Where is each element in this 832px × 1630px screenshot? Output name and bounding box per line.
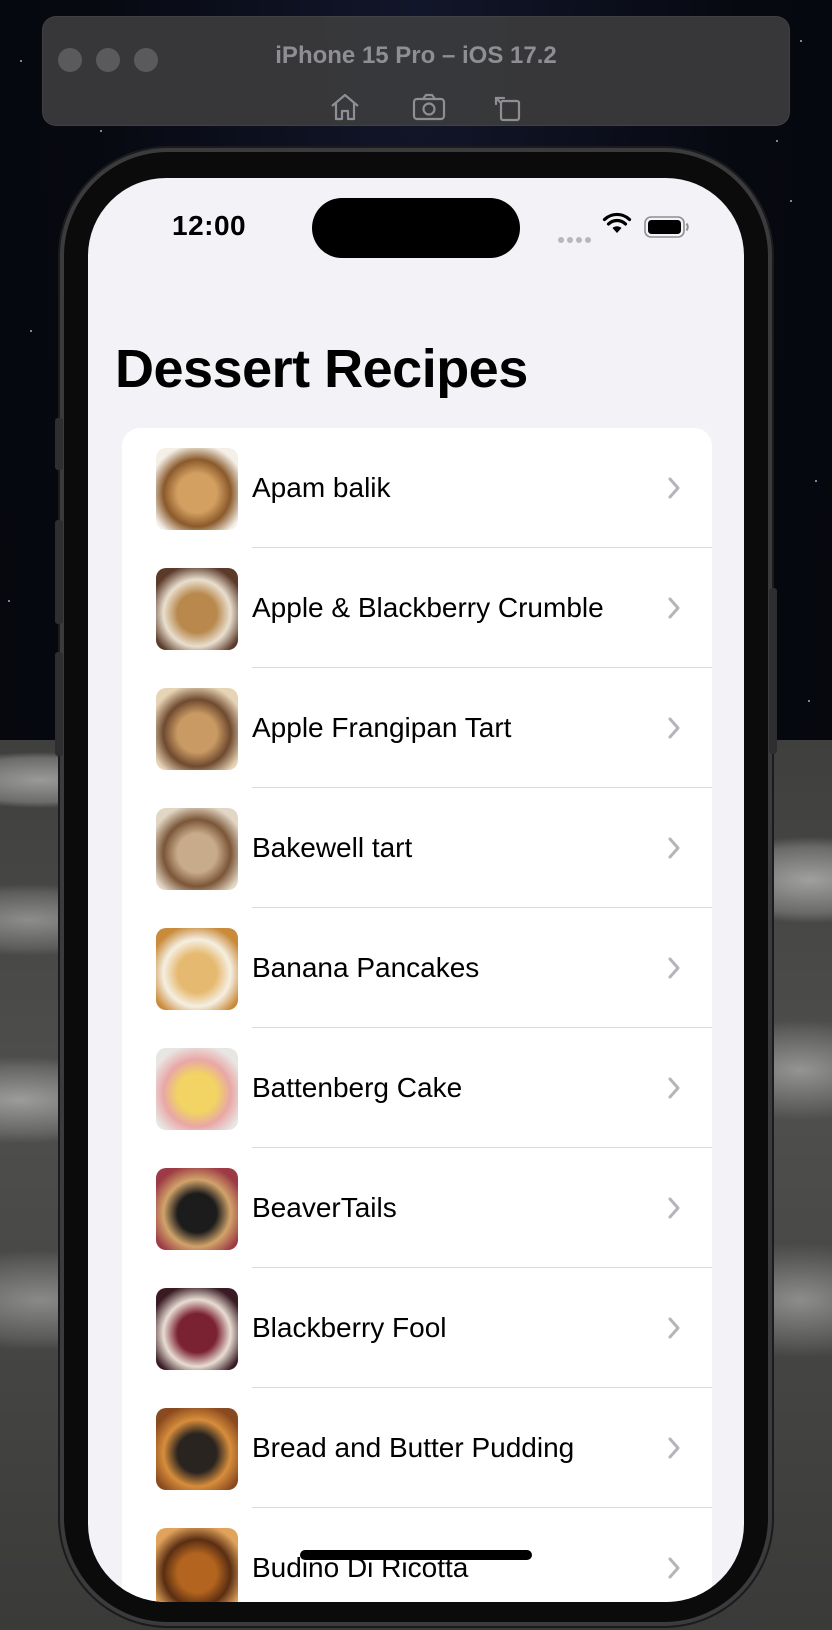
cellular-signal-icon bbox=[558, 230, 594, 248]
recipe-thumbnail bbox=[156, 808, 238, 890]
recipe-thumbnail bbox=[156, 688, 238, 770]
chevron-right-icon bbox=[666, 1314, 682, 1342]
recipe-thumbnail bbox=[156, 568, 238, 650]
screenshot-icon[interactable] bbox=[412, 92, 446, 122]
recipe-row[interactable]: Blackberry Fool bbox=[122, 1268, 712, 1388]
recipe-thumbnail bbox=[156, 1168, 238, 1250]
chevron-right-icon bbox=[666, 1194, 682, 1222]
recipe-row[interactable]: Banana Pancakes bbox=[122, 908, 712, 1028]
simulator-title: iPhone 15 Pro – iOS 17.2 bbox=[275, 42, 557, 69]
battery-icon bbox=[644, 216, 690, 243]
recipe-name: Bread and Butter Pudding bbox=[252, 1432, 575, 1463]
page-title: Dessert Recipes bbox=[115, 339, 528, 399]
chevron-right-icon bbox=[666, 1554, 682, 1582]
recipe-thumbnail bbox=[156, 1408, 238, 1490]
status-time: 12:00 bbox=[172, 210, 247, 241]
recipe-name: Blackberry Fool bbox=[252, 1312, 447, 1343]
dynamic-island bbox=[312, 198, 520, 258]
chevron-right-icon bbox=[666, 1434, 682, 1462]
recipe-row[interactable]: Bread and Butter Pudding bbox=[122, 1388, 712, 1508]
recipe-name: Apam balik bbox=[252, 472, 391, 503]
power-button bbox=[769, 588, 777, 754]
recipe-row[interactable]: BeaverTails bbox=[122, 1148, 712, 1268]
chevron-right-icon bbox=[666, 474, 682, 502]
home-indicator[interactable] bbox=[300, 1550, 532, 1560]
recipe-name: Battenberg Cake bbox=[252, 1072, 463, 1103]
recipe-row[interactable]: Bakewell tart bbox=[122, 788, 712, 908]
phone-screen: 12:00 Dessert Recipes Apam balik Apple & … bbox=[88, 178, 744, 1602]
recipe-row[interactable]: Apam balik bbox=[122, 428, 712, 548]
recipe-thumbnail bbox=[156, 1288, 238, 1370]
chevron-right-icon bbox=[666, 954, 682, 982]
recipe-name: Bakewell tart bbox=[252, 832, 413, 863]
home-icon[interactable] bbox=[328, 92, 362, 122]
recipe-row[interactable]: Battenberg Cake bbox=[122, 1028, 712, 1148]
recipe-name: Apple & Blackberry Crumble bbox=[252, 592, 604, 623]
chevron-right-icon bbox=[666, 834, 682, 862]
recipe-thumbnail bbox=[156, 448, 238, 530]
wifi-icon bbox=[602, 212, 632, 239]
rotate-icon[interactable] bbox=[492, 92, 526, 122]
chevron-right-icon bbox=[666, 1074, 682, 1102]
recipe-list: Apam balik Apple & Blackberry Crumble Appl… bbox=[122, 428, 712, 1602]
chevron-right-icon bbox=[666, 714, 682, 742]
recipe-name: BeaverTails bbox=[252, 1192, 397, 1223]
recipe-thumbnail bbox=[156, 928, 238, 1010]
action-button bbox=[55, 418, 63, 470]
volume-up-button bbox=[55, 520, 63, 624]
recipe-row[interactable]: Apple Frangipan Tart bbox=[122, 668, 712, 788]
recipe-row[interactable]: Apple & Blackberry Crumble bbox=[122, 548, 712, 668]
recipe-thumbnail bbox=[156, 1048, 238, 1130]
recipe-name: Apple Frangipan Tart bbox=[252, 712, 512, 743]
recipe-name: Banana Pancakes bbox=[252, 952, 480, 983]
volume-down-button bbox=[55, 652, 63, 756]
recipe-thumbnail bbox=[156, 1528, 238, 1602]
simulator-toolbar: iPhone 15 Pro – iOS 17.2 bbox=[42, 16, 790, 126]
chevron-right-icon bbox=[666, 594, 682, 622]
